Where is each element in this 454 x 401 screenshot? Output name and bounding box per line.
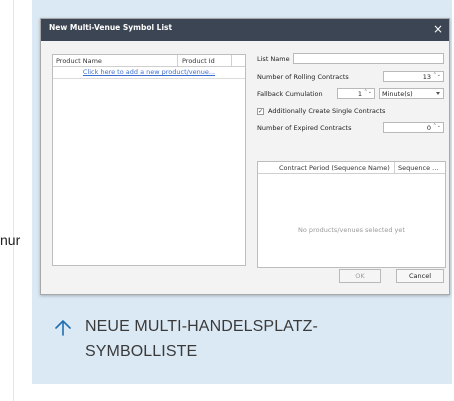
products-grid-header: Product Name Product Id [53, 55, 245, 67]
column-product-id[interactable]: Product Id [182, 57, 215, 65]
products-grid[interactable]: Product Name Product Id Click here to ad… [52, 54, 246, 266]
spinner-icon[interactable]: ⌃⌄ [433, 73, 441, 78]
expired-contracts-stepper[interactable]: 0 ⌃⌄ [383, 122, 444, 133]
column-divider [394, 162, 395, 173]
column-product-name[interactable]: Product Name [56, 57, 102, 65]
arrow-up-icon [55, 320, 71, 336]
spinner-icon[interactable]: ⌃⌄ [364, 90, 372, 95]
multi-venue-dialog: New Multi-Venue Symbol List × Product Na… [40, 18, 450, 295]
spinner-icon[interactable]: ⌃⌄ [433, 124, 441, 129]
fallback-cumulation-value: 1 [357, 90, 362, 98]
chevron-down-icon [436, 92, 440, 95]
expired-contracts-label: Number of Expired Contracts [257, 124, 352, 132]
column-sequence[interactable]: Sequence ... [398, 164, 438, 172]
contracts-grid-header: Contract Period (Sequence Name) Sequence… [258, 162, 445, 174]
column-contract-period[interactable]: Contract Period (Sequence Name) [279, 164, 390, 172]
column-divider [177, 55, 178, 66]
column-divider [231, 55, 232, 66]
add-product-link[interactable]: Click here to add a new product/venue... [53, 67, 245, 79]
contracts-empty-text: No products/venues selected yet [298, 226, 405, 234]
fallback-unit-select[interactable]: Minute(s) [379, 88, 444, 99]
fallback-cumulation-label: Fallback Cumulation [257, 90, 323, 98]
ok-button[interactable]: OK [339, 269, 381, 283]
list-name-label: List Name [257, 55, 290, 63]
caption-line-2: SYMBOLLISTE [85, 343, 198, 360]
truncated-body-text: nur [0, 232, 21, 248]
page-left-border [13, 0, 14, 401]
rolling-contracts-stepper[interactable]: 13 ⌃⌄ [383, 71, 444, 82]
single-contracts-checkbox[interactable]: ✓ [257, 108, 264, 115]
fallback-unit-value: Minute(s) [382, 90, 413, 98]
section-caption: NEUE MULTI-HANDELSPLATZ- SYMBOLLISTE [85, 314, 318, 364]
rolling-contracts-value: 13 [422, 73, 431, 81]
dialog-title: New Multi-Venue Symbol List [49, 23, 173, 32]
list-name-input[interactable] [293, 53, 444, 64]
fallback-cumulation-stepper[interactable]: 1 ⌃⌄ [337, 88, 375, 99]
cancel-button[interactable]: Cancel [396, 269, 444, 283]
rolling-contracts-label: Number of Rolling Contracts [257, 73, 349, 81]
dialog-titlebar: New Multi-Venue Symbol List × [41, 19, 449, 41]
expired-contracts-value: 0 [426, 124, 431, 132]
contracts-grid[interactable]: Contract Period (Sequence Name) Sequence… [257, 161, 446, 268]
close-icon[interactable]: × [433, 22, 443, 36]
single-contracts-label[interactable]: Additionally Create Single Contracts [268, 107, 385, 115]
caption-line-1: NEUE MULTI-HANDELSPLATZ- [85, 318, 318, 335]
